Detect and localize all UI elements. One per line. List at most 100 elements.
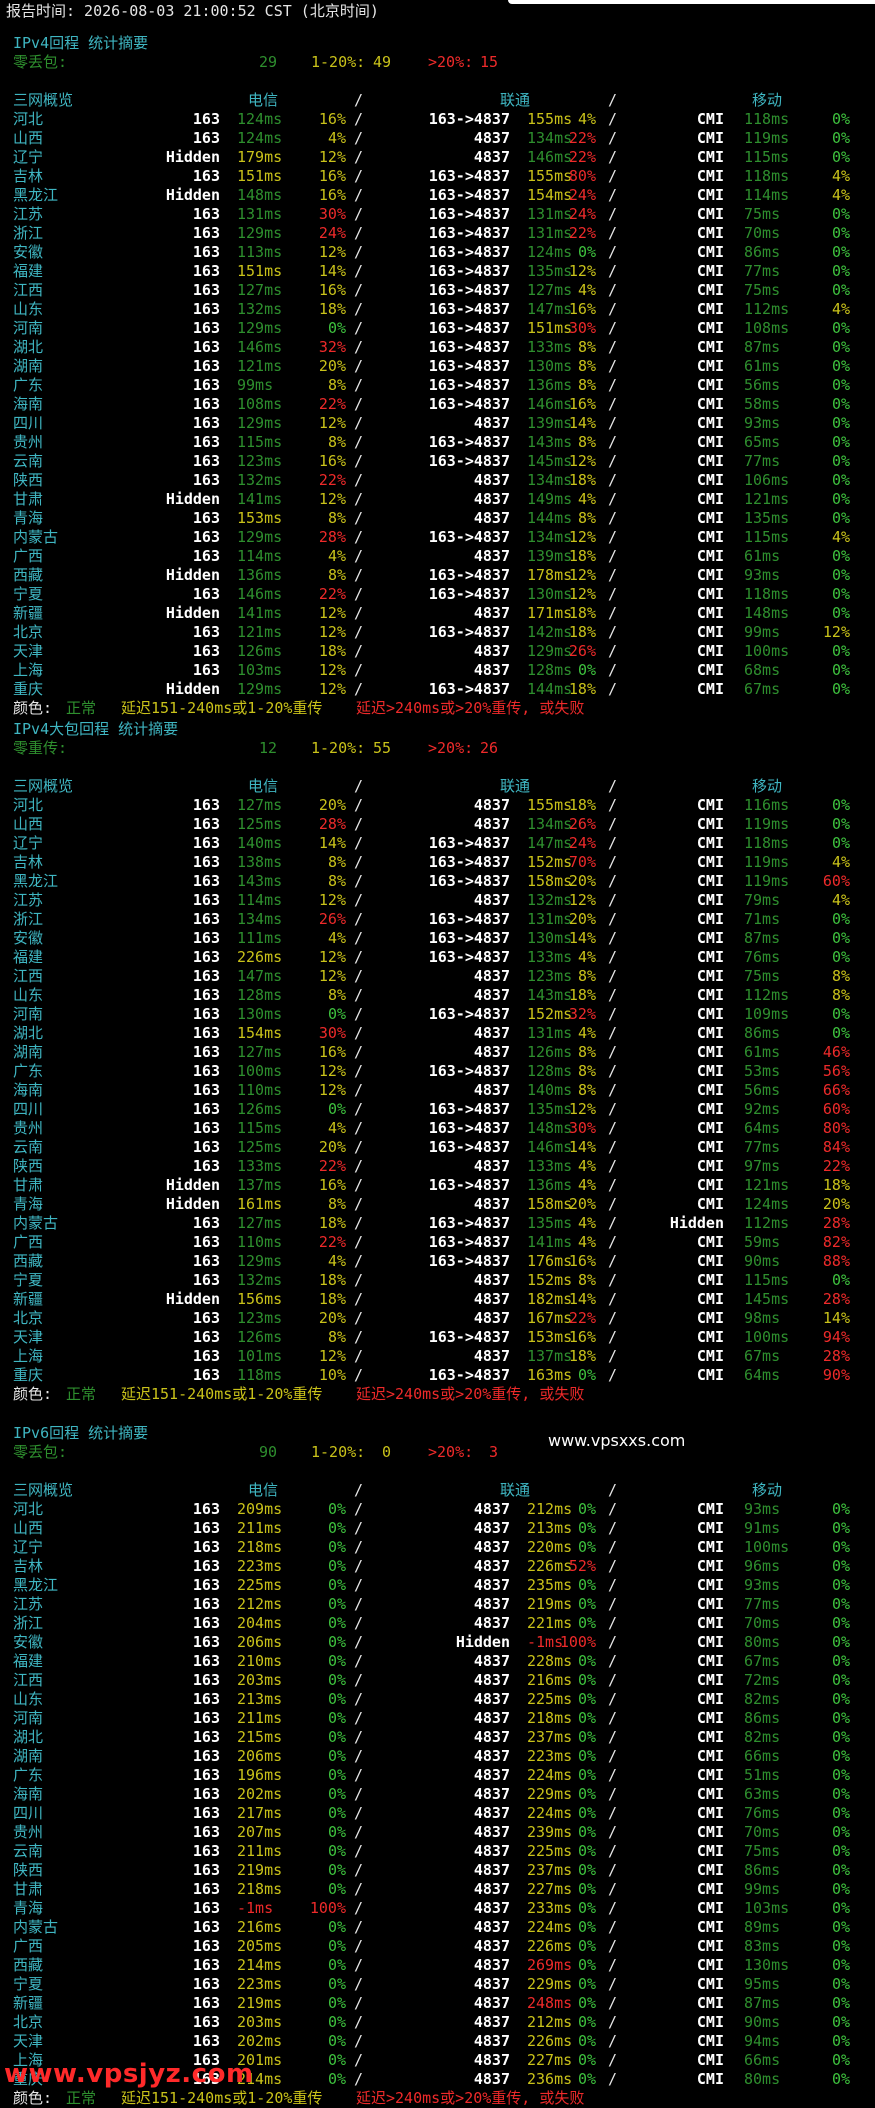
cm-latency: 67ms bbox=[744, 680, 781, 698]
ct-loss: 0% bbox=[327, 1880, 346, 1898]
province: 河北 bbox=[13, 796, 44, 814]
cm-loss: 0% bbox=[831, 585, 850, 603]
ct-latency: 108ms bbox=[237, 395, 283, 413]
table-row: 河北 163 127ms 20%/4837 155ms 18% / CMI 116ms 0% bbox=[0, 796, 875, 815]
cm-latency: 67ms bbox=[744, 1347, 781, 1365]
col-sep: / bbox=[608, 986, 618, 1004]
province: 辽宁 bbox=[13, 148, 44, 166]
cm-loss: 0% bbox=[831, 490, 850, 508]
cu-loss: 0% bbox=[577, 1709, 596, 1727]
col-sep: / bbox=[608, 642, 618, 660]
ct-loss: 4% bbox=[327, 1119, 346, 1137]
legend-prefix: 颜色: bbox=[13, 2089, 53, 2107]
cm-route: CMI bbox=[696, 1366, 724, 1384]
table-row: 甘肃 Hidden 141ms 12%/4837 149ms 4% / CMI 121ms 0% bbox=[0, 490, 875, 509]
cm-latency: 119ms bbox=[744, 129, 790, 147]
ct-route: 163 bbox=[192, 891, 220, 909]
ct-route: 163 bbox=[192, 1576, 220, 1594]
cm-loss: 0% bbox=[831, 1804, 850, 1822]
cu-route: 4837 bbox=[473, 1290, 510, 1308]
ct-route: 163 bbox=[192, 1785, 220, 1803]
ct-route: 163 bbox=[192, 2013, 220, 2031]
ct-route: 163 bbox=[192, 414, 220, 432]
cm-latency: 82ms bbox=[744, 1728, 781, 1746]
header-mobile: 移动 bbox=[752, 91, 783, 109]
ct-loss: 22% bbox=[318, 1233, 346, 1251]
ct-route: 163 bbox=[192, 623, 220, 641]
ct-loss: 0% bbox=[327, 1005, 346, 1023]
cm-latency: 99ms bbox=[744, 623, 781, 641]
cm-loss: 66% bbox=[822, 1081, 850, 1099]
cm-latency: 90ms bbox=[744, 1252, 781, 1270]
ct-latency: 114ms bbox=[237, 891, 283, 909]
cu-route: 163->4837 bbox=[428, 834, 510, 852]
col-sep: / bbox=[608, 1633, 618, 1651]
ct-latency: 212ms bbox=[237, 1595, 283, 1613]
cm-loss: 0% bbox=[831, 1519, 850, 1537]
ct-loss: 12% bbox=[318, 243, 346, 261]
ct-loss: 12% bbox=[318, 490, 346, 508]
table-row: 青海 Hidden 161ms 8%/4837 158ms 20% / CMI 124ms 20% bbox=[0, 1195, 875, 1214]
cu-loss: 20% bbox=[568, 910, 596, 928]
cu-route: 4837 bbox=[473, 1766, 510, 1784]
table-row: 贵州 163 115ms 4%/163->4837 148ms 30% / CMI 64ms 80… bbox=[0, 1119, 875, 1138]
table-row: 云南 163 125ms 20%/163->4837 146ms 14% / CMI 77ms 8… bbox=[0, 1138, 875, 1157]
ct-route: 163 bbox=[192, 1804, 220, 1822]
ct-loss: 8% bbox=[327, 566, 346, 584]
cm-route: CMI bbox=[696, 910, 724, 928]
summary-bad-label: >20%: bbox=[428, 1443, 474, 1461]
ct-latency: 207ms bbox=[237, 1823, 283, 1841]
cm-route: CMI bbox=[696, 2013, 724, 2031]
cu-loss: 0% bbox=[577, 661, 596, 679]
cu-route: 163->4837 bbox=[428, 910, 510, 928]
ct-loss: 12% bbox=[318, 661, 346, 679]
cm-latency: 70ms bbox=[744, 1614, 781, 1632]
cm-loss: 18% bbox=[822, 1176, 850, 1194]
cu-route: 163->4837 bbox=[428, 376, 510, 394]
col-sep: / bbox=[608, 910, 618, 928]
table-row: 浙江 163 129ms 24%/163->4837 131ms 22% / CMI 70ms 0… bbox=[0, 224, 875, 243]
cm-loss: 0% bbox=[831, 452, 850, 470]
ct-latency: 115ms bbox=[237, 1119, 283, 1137]
province: 广西 bbox=[13, 1937, 44, 1955]
cm-loss: 0% bbox=[831, 1024, 850, 1042]
ct-latency: 126ms bbox=[237, 642, 283, 660]
ct-route: Hidden bbox=[165, 490, 220, 508]
header-telecom: 电信 bbox=[248, 91, 279, 109]
cu-route: 163->4837 bbox=[428, 110, 510, 128]
table-row: 北京 163 203ms 0%/4837 212ms 0% / CMI 90ms 0% bbox=[0, 2013, 875, 2032]
cm-loss: 22% bbox=[822, 1157, 850, 1175]
province: 江西 bbox=[13, 967, 44, 985]
cu-route: 4837 bbox=[473, 2032, 510, 2050]
section-title-text: IPv4大包回程 统计摘要 bbox=[13, 720, 179, 738]
cu-loss: 100% bbox=[559, 1633, 596, 1651]
table-row: 西藏 163 129ms 4%/163->4837 176ms 16% / CMI 90ms 88… bbox=[0, 1252, 875, 1271]
ct-loss: 18% bbox=[318, 1290, 346, 1308]
cm-route: CMI bbox=[696, 1671, 724, 1689]
cm-latency: 80ms bbox=[744, 1633, 781, 1651]
cm-route: CMI bbox=[696, 1823, 724, 1841]
cu-route: 4837 bbox=[473, 490, 510, 508]
cm-route: CMI bbox=[696, 1880, 724, 1898]
ct-latency: 130ms bbox=[237, 1005, 283, 1023]
table-row: 上海 163 103ms 12%/4837 128ms 0% / CMI 68ms 0% bbox=[0, 661, 875, 680]
section-title: IPv6回程 统计摘要 bbox=[0, 1424, 875, 1443]
table-row: 西藏 Hidden 136ms 8%/163->4837 178ms 12% / CMI 93m… bbox=[0, 566, 875, 585]
cu-loss: 30% bbox=[568, 1119, 596, 1137]
ct-route: Hidden bbox=[165, 566, 220, 584]
col-sep: / bbox=[608, 1557, 618, 1575]
ct-route: 163 bbox=[192, 1328, 220, 1346]
cm-latency: 75ms bbox=[744, 205, 781, 223]
cm-route: CMI bbox=[696, 1766, 724, 1784]
ct-latency: 226ms bbox=[237, 948, 283, 966]
ct-latency: 132ms bbox=[237, 300, 283, 318]
cm-route: CMI bbox=[696, 1233, 724, 1251]
cu-route: 4837 bbox=[473, 642, 510, 660]
cu-loss: 16% bbox=[568, 1328, 596, 1346]
province: 甘肃 bbox=[13, 1880, 44, 1898]
province: 江苏 bbox=[13, 205, 44, 223]
ct-latency: 215ms bbox=[237, 1728, 283, 1746]
cm-route: CMI bbox=[696, 834, 724, 852]
ct-loss: 12% bbox=[318, 967, 346, 985]
col-sep: / bbox=[608, 281, 618, 299]
